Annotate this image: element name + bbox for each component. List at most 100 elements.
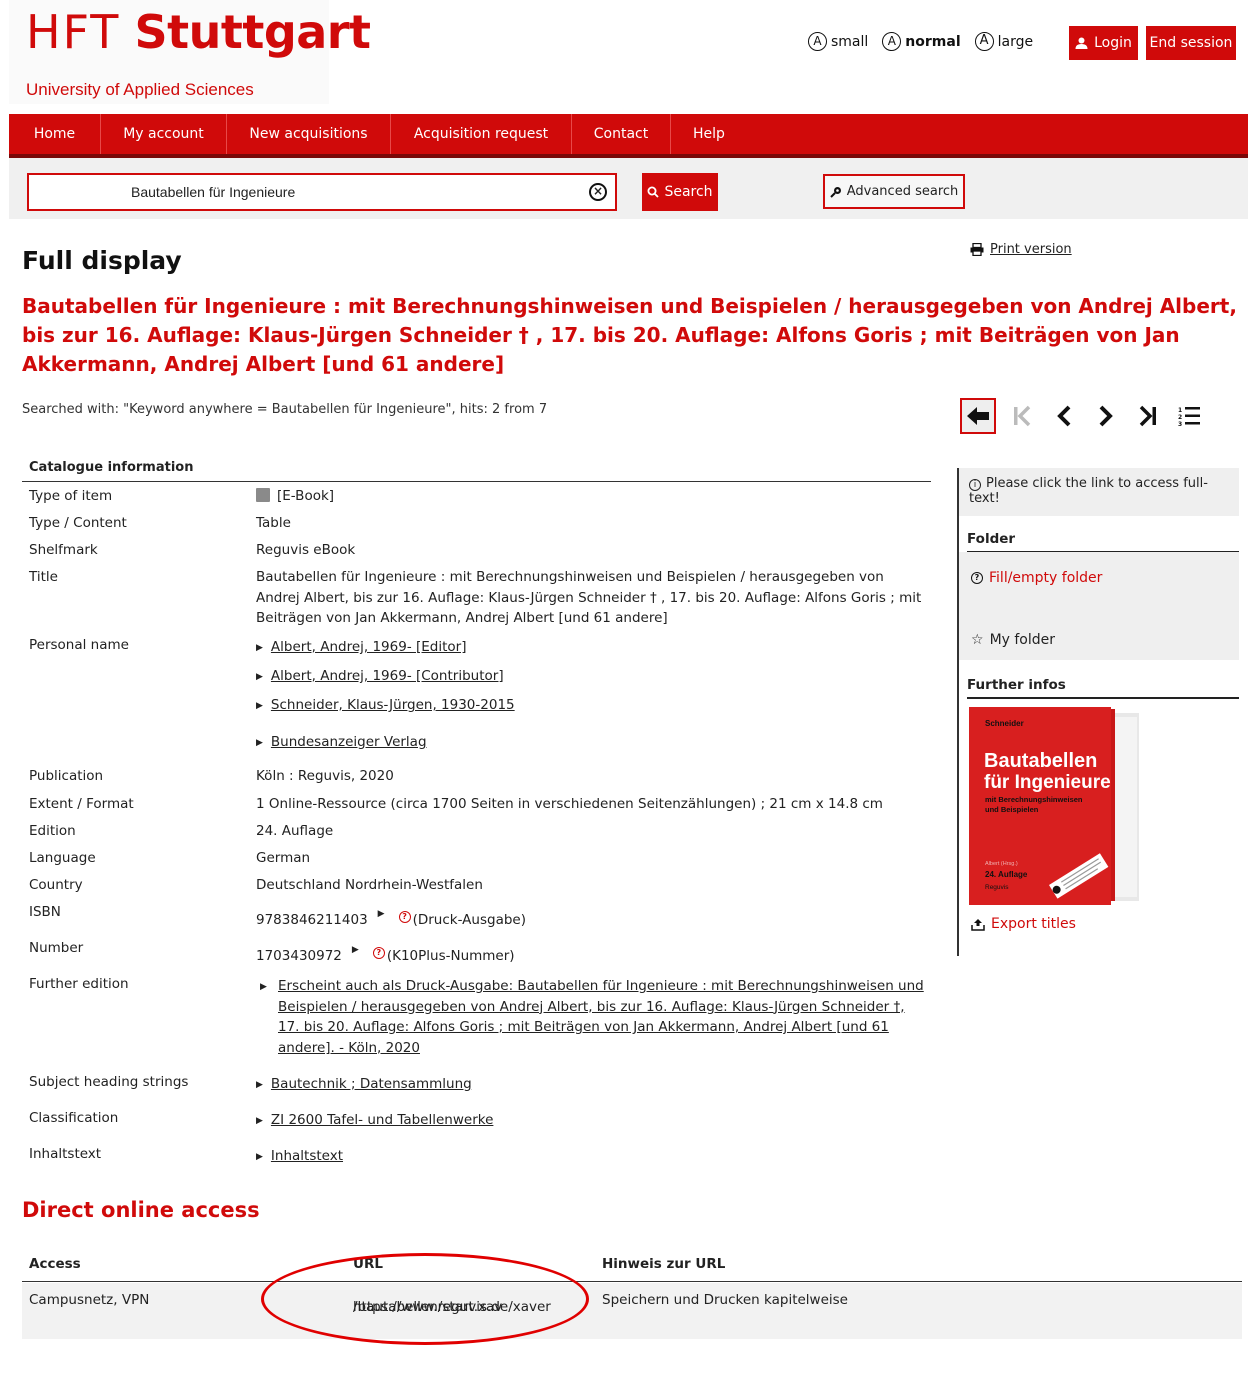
first-record-button[interactable] [1006,398,1038,434]
field-label: Edition [29,823,76,839]
triangle-right-icon: ▶ [256,738,263,748]
triangle-right-icon: ▶ [256,643,263,653]
field-value: 1 Online-Ressource (circa 1700 Seiten in… [256,796,883,812]
field-label: Type of item [29,488,113,504]
fill-folder-label: Fill/empty folder [989,570,1103,586]
fulltext-note: i Please click the link to access full-te… [959,468,1239,516]
triangle-right-icon: ▶ [260,982,267,992]
personal-name-link[interactable]: Bundesanzeiger Verlag [271,734,427,750]
hft-logo[interactable]: HFT Stuttgart [26,2,371,62]
search-input[interactable] [129,183,569,201]
inhaltstext-link[interactable]: Inhaltstext [271,1148,343,1164]
nav-item-help[interactable]: Help [671,114,747,154]
login-button[interactable]: Login [1069,26,1138,60]
col-url: URL [353,1256,383,1272]
print-version-link[interactable]: Print version [970,242,1072,257]
fill-folder-link[interactable]: ? Fill/empty folder [971,570,1102,586]
main-nav: Home My account New acquisitions Acquisi… [9,114,1248,158]
field-label: Extent / Format [29,796,134,812]
field-value: 9783846211403 ▶? (Druck-Ausgabe) [256,909,926,933]
field-label: Title [29,569,58,585]
result-list-button[interactable]: 123 [1174,398,1206,434]
svg-text:3: 3 [1178,421,1182,428]
page-title: Full display [22,246,182,275]
personal-name-link[interactable]: Albert, Andrej, 1969- [Editor] [271,639,467,655]
field-value: ▶ Bautechnik ; Datensammlung [256,1074,926,1097]
access-table-header: Access URL Hinweis zur URL [22,1252,1242,1282]
field-label: Language [29,850,96,866]
access-value: Campusnetz, VPN [29,1292,150,1308]
col-access: Access [29,1256,81,1272]
font-size-large[interactable]: A large [974,32,1034,51]
font-size-small[interactable]: A small [808,32,868,51]
field-value: Reguvis eBook [256,542,356,558]
field-value: [E-Book] [256,486,926,507]
font-size-a-icon: A [974,32,994,51]
cover-author: Schneider [985,719,1024,728]
back-to-list-button[interactable] [960,398,996,434]
fulltext-note-text: Please click the link to access full-tex… [969,476,1208,506]
my-folder-link[interactable]: ☆ My folder [971,632,1055,648]
font-size-a-icon: A [808,32,827,51]
search-button-label: Search [664,184,713,200]
nav-item-acquisition-request[interactable]: Acquisition request [391,114,572,154]
triangle-right-icon: ▶ [256,701,263,711]
nav-item-my-account[interactable]: My account [101,114,227,154]
field-label: Personal name [29,637,129,653]
help-icon[interactable]: ? [372,946,385,959]
personal-name-link[interactable]: Albert, Andrej, 1969- [Contributor] [271,668,504,684]
further-edition-link[interactable]: Erscheint auch als Druck-Ausgabe: Bautab… [278,978,924,1056]
book-cover-image[interactable]: Schneider Bautabellen für Ingenieure mit… [969,707,1139,905]
font-size-normal[interactable]: A normal [882,32,961,51]
clear-search-icon[interactable]: × [589,183,607,201]
field-label: Inhaltstext [29,1146,102,1162]
end-session-button[interactable]: End session [1146,26,1236,60]
font-size-large-label: large [997,33,1034,50]
classification-link[interactable]: ZI 2600 Tafel- und Tabellenwerke [271,1112,493,1128]
chevron-left-icon [1057,405,1071,427]
nav-item-new-acquisitions[interactable]: New acquisitions [227,114,391,154]
chevron-right-icon [1099,405,1113,427]
svg-text:1: 1 [1178,407,1182,414]
list-icon: 123 [1178,407,1200,428]
cover-title-line2: für Ingenieure [984,772,1111,793]
field-label: Country [29,877,83,893]
personal-name-link[interactable]: Schneider, Klaus-Jürgen, 1930-2015 [271,697,515,713]
folder-heading: Folder [967,531,1239,553]
svg-text:2: 2 [1178,414,1182,421]
further-infos-heading: Further infos [967,677,1239,699]
number-note: (K10Plus-Nummer) [386,948,515,964]
field-value: ▶ ZI 2600 Tafel- und Tabellenwerke [256,1110,926,1133]
advanced-search-button[interactable]: Advanced search [823,174,965,209]
field-value: German [256,850,311,866]
ebook-icon [256,488,270,502]
triangle-right-icon: ▶ [256,1116,263,1126]
field-label: Type / Content [29,515,127,531]
search-field: × [27,173,617,211]
logo-subtitle: University of Applied Sciences [26,80,254,99]
field-value: Köln : Reguvis, 2020 [256,768,394,784]
last-record-button[interactable] [1132,398,1164,434]
subject-link[interactable]: Bautechnik ; Datensammlung [271,1076,472,1092]
nav-item-contact[interactable]: Contact [572,114,671,154]
previous-record-button[interactable] [1048,398,1080,434]
font-size-normal-label: normal [905,33,961,50]
nav-item-home[interactable]: Home [9,114,101,154]
next-record-button[interactable] [1090,398,1122,434]
triangle-right-icon: ▶ [256,672,263,682]
first-record-icon [1014,405,1031,427]
number-value: 1703430972 [256,948,342,964]
record-navigation: 123 [960,398,1206,434]
help-icon[interactable]: ? [398,910,411,923]
field-label: Classification [29,1110,119,1126]
triangle-right-icon: ▶ [377,909,385,919]
cover-subtitle-line1: mit Berechnungshinweisen [985,795,1083,804]
cover-publisher: Reguvis [985,884,1009,891]
search-button[interactable]: Search [642,173,718,211]
search-bar: × Search Advanced search [9,158,1248,219]
field-value: Bautabellen für Ingenieure : mit Berechn… [256,569,922,626]
advanced-search-icon [830,187,841,198]
cover-editor: Albert (Hrsg.) [985,861,1018,867]
printer-icon [970,243,984,256]
export-titles-link[interactable]: Export titles [971,916,1076,932]
